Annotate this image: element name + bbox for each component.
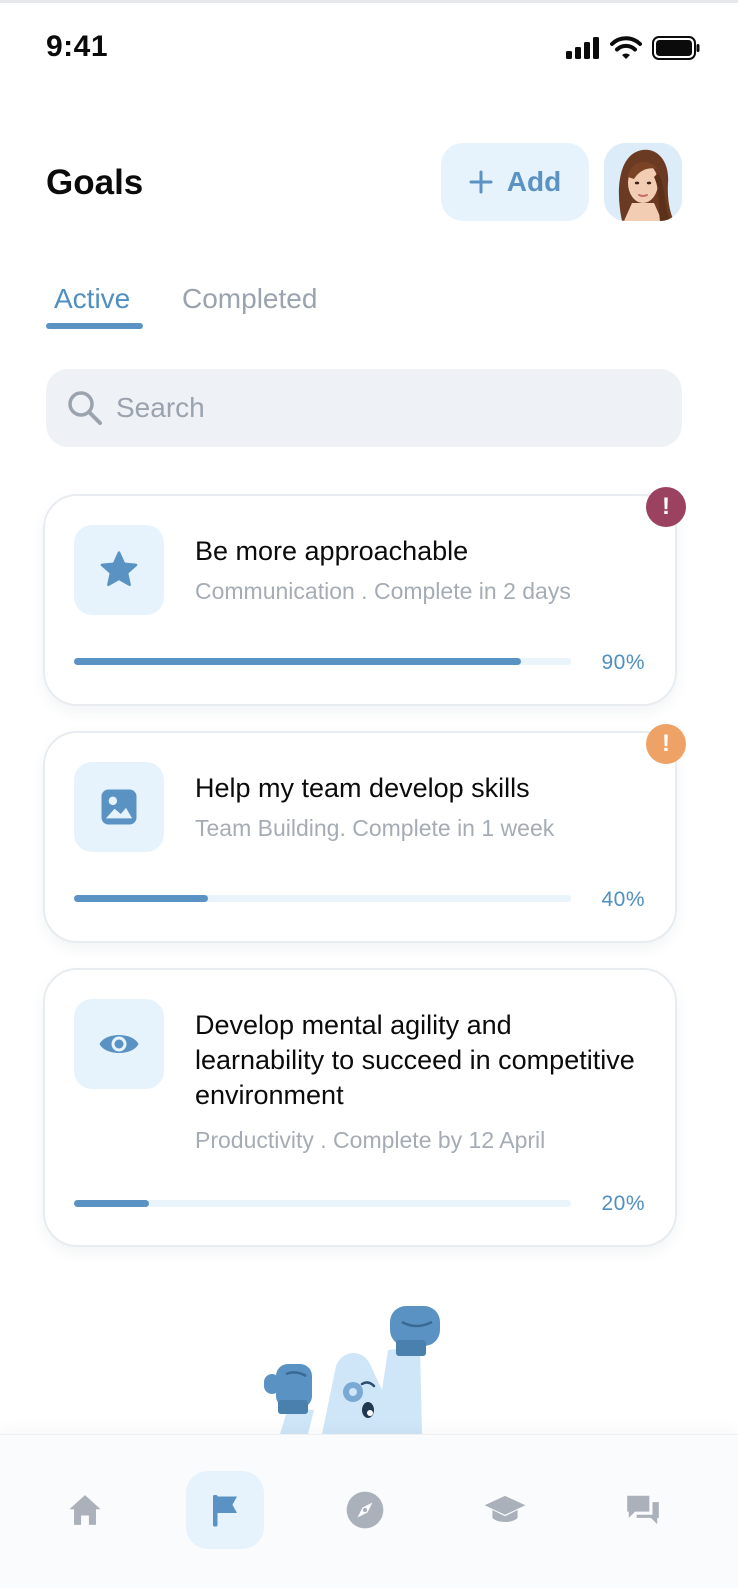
cellular-signal-icon [566, 37, 599, 59]
tab-active[interactable]: Active [54, 283, 130, 315]
active-tab-indicator [46, 323, 143, 329]
graduation-cap-icon [484, 1495, 526, 1522]
search-icon [68, 391, 102, 425]
flag-icon [213, 1495, 237, 1527]
medium-priority-alert-icon: ! [646, 724, 686, 764]
nav-goals[interactable] [186, 1471, 264, 1549]
goal-subtitle: Team Building. Complete in 1 week [195, 815, 555, 841]
goal-progress-label: 90% [601, 651, 645, 674]
goal-title: Be more approachable [195, 536, 469, 566]
status-bar: 9:41 [0, 0, 738, 90]
goal-progress-label: 40% [601, 888, 645, 911]
goal-card[interactable]: Help my team develop skills Team Buildin… [43, 731, 677, 943]
plus-icon [469, 170, 493, 194]
user-photo [604, 143, 682, 221]
eye-icon [99, 1035, 139, 1053]
avatar[interactable] [604, 143, 682, 221]
goal-subtitle: Productivity . Complete by 12 April [195, 1127, 546, 1153]
bottom-navigation [0, 1434, 738, 1588]
image-icon [101, 789, 137, 825]
goal-icon-tile [74, 762, 164, 852]
status-time: 9:41 [46, 30, 109, 63]
goal-progress-fill [74, 658, 522, 665]
goal-progress-fill [74, 1200, 149, 1207]
nav-messages[interactable] [604, 1471, 682, 1549]
add-goal-button[interactable]: Add [441, 143, 589, 221]
goal-progress-track [74, 895, 571, 902]
compass-icon [346, 1491, 384, 1529]
status-icons [566, 36, 700, 60]
search-bar[interactable] [46, 369, 682, 447]
goals-screen: 9:41 Goals Add Active Completed Search B… [0, 0, 738, 1588]
star-icon [100, 551, 138, 587]
add-button-label: Add [506, 166, 562, 197]
nav-learn[interactable] [466, 1471, 544, 1549]
mascot-illustration [264, 1306, 440, 1434]
nav-home[interactable] [46, 1471, 124, 1549]
goal-progress-track [74, 658, 571, 665]
goal-progress-track [74, 1200, 571, 1207]
home-icon [69, 1495, 101, 1525]
battery-icon [652, 36, 700, 60]
goal-icon-tile [74, 999, 164, 1089]
goal-title: Develop mental agility and learnability … [195, 1010, 635, 1110]
goal-card[interactable]: Develop mental agility and learnability … [43, 968, 677, 1247]
wifi-icon [610, 36, 642, 59]
goal-card[interactable]: Be more approachable Communication . Com… [43, 494, 677, 706]
goal-progress-fill [74, 895, 209, 902]
page-title: Goals [46, 163, 144, 202]
high-priority-alert-icon: ! [646, 487, 686, 527]
nav-explore[interactable] [326, 1471, 404, 1549]
tab-completed[interactable]: Completed [182, 283, 317, 315]
chat-icon [627, 1495, 659, 1525]
goal-title: Help my team develop skills [195, 773, 530, 803]
goal-icon-tile [74, 525, 164, 615]
search-input[interactable] [116, 369, 666, 447]
goal-progress-label: 20% [601, 1192, 645, 1215]
goal-subtitle: Communication . Complete in 2 days [195, 578, 571, 604]
